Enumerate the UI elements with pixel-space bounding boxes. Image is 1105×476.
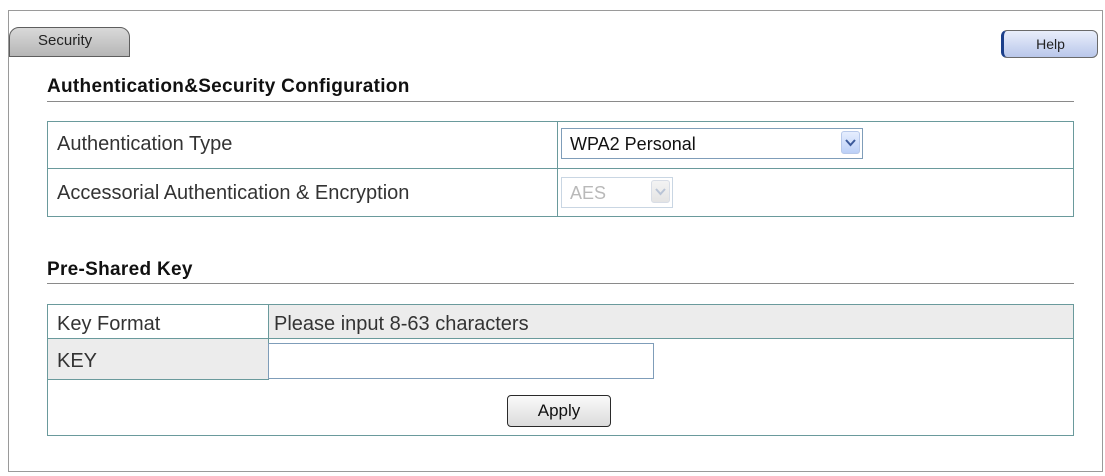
tab-security-label: Security bbox=[38, 32, 93, 49]
encryption-select-value: AES bbox=[570, 183, 607, 203]
encryption-select[interactable]: AES bbox=[561, 177, 673, 208]
auth-section-title: Authentication&Security Configuration bbox=[47, 76, 410, 97]
apply-button[interactable]: Apply bbox=[507, 395, 611, 427]
key-format-hint: Please input 8-63 characters bbox=[274, 313, 529, 335]
tab-security[interactable]: Security bbox=[9, 27, 130, 57]
auth-table-row-divider bbox=[47, 168, 1074, 169]
key-input[interactable] bbox=[268, 343, 654, 379]
psk-section-divider bbox=[47, 283, 1074, 284]
auth-section-divider bbox=[47, 101, 1074, 102]
key-format-label: Key Format bbox=[57, 313, 161, 335]
psk-section-title: Pre-Shared Key bbox=[47, 259, 193, 280]
psk-row-divider-1 bbox=[47, 338, 1074, 339]
chevron-down-icon[interactable] bbox=[651, 180, 670, 203]
encryption-label: Accessorial Authentication & Encryption bbox=[57, 182, 410, 204]
auth-type-select[interactable]: WPA2 Personal bbox=[561, 128, 863, 159]
auth-type-label: Authentication Type bbox=[57, 133, 233, 155]
key-label: KEY bbox=[57, 350, 98, 372]
help-button[interactable]: Help bbox=[1001, 30, 1098, 58]
psk-row-divider-2 bbox=[47, 379, 269, 380]
chevron-down-icon[interactable] bbox=[841, 131, 860, 154]
auth-table-col-divider bbox=[557, 121, 558, 217]
auth-type-select-value: WPA2 Personal bbox=[570, 134, 696, 154]
